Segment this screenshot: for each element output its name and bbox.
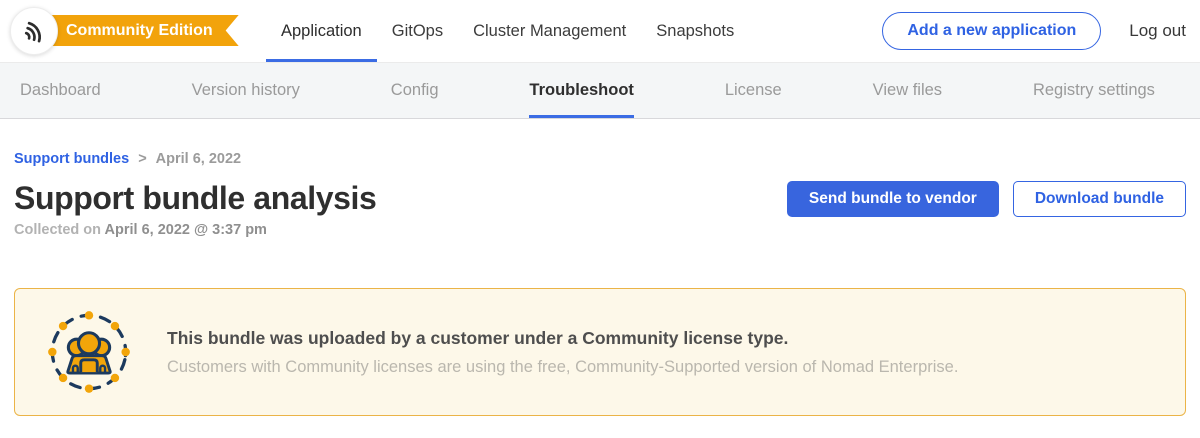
sub-nav-item-view-files[interactable]: View files xyxy=(873,63,942,118)
app-sub-nav: Dashboard Version history Config Trouble… xyxy=(0,62,1200,119)
replicated-logo-icon[interactable] xyxy=(10,7,58,55)
breadcrumb-current: April 6, 2022 xyxy=(156,151,241,167)
sub-nav-item-registry-settings[interactable]: Registry settings xyxy=(1033,63,1155,118)
top-nav-item-cluster-management[interactable]: Cluster Management xyxy=(458,0,641,62)
brand: Community Edition xyxy=(0,0,240,62)
top-nav-item-application[interactable]: Application xyxy=(266,0,377,62)
title-row: Support bundle analysis Collected on Apr… xyxy=(14,179,1186,238)
community-license-banner: This bundle was uploaded by a customer u… xyxy=(14,288,1186,416)
badge-label: Community Edition xyxy=(66,22,213,39)
breadcrumb-separator: > xyxy=(138,151,146,167)
header-spacer xyxy=(749,0,882,62)
banner-text: This bundle was uploaded by a customer u… xyxy=(167,328,958,377)
replicated-mark-icon xyxy=(21,19,48,44)
bundle-actions: Send bundle to vendor Download bundle xyxy=(787,181,1186,217)
banner-heading: This bundle was uploaded by a customer u… xyxy=(167,328,958,349)
community-edition-badge: Community Edition xyxy=(28,15,239,46)
top-nav-item-gitops[interactable]: GitOps xyxy=(377,0,458,62)
sub-nav-item-config[interactable]: Config xyxy=(391,63,439,118)
send-bundle-to-vendor-button[interactable]: Send bundle to vendor xyxy=(787,181,999,217)
logout-link[interactable]: Log out xyxy=(1129,21,1186,41)
top-nav-item-snapshots[interactable]: Snapshots xyxy=(641,0,749,62)
title-block: Support bundle analysis Collected on Apr… xyxy=(14,179,376,238)
collected-date: April 6, 2022 @ 3:37 pm xyxy=(105,222,267,238)
breadcrumb-support-bundles-link[interactable]: Support bundles xyxy=(14,151,129,167)
breadcrumb: Support bundles > April 6, 2022 xyxy=(14,151,1186,167)
sub-nav-item-version-history[interactable]: Version history xyxy=(192,63,300,118)
collected-timestamp: Collected on April 6, 2022 @ 3:37 pm xyxy=(14,222,376,238)
download-bundle-button[interactable]: Download bundle xyxy=(1013,181,1186,217)
sub-nav-item-troubleshoot[interactable]: Troubleshoot xyxy=(529,63,634,118)
top-header: Community Edition Application GitOps Clu… xyxy=(0,0,1200,62)
banner-subtext: Customers with Community licenses are us… xyxy=(167,358,958,377)
sub-nav-item-license[interactable]: License xyxy=(725,63,782,118)
page-title: Support bundle analysis xyxy=(14,179,376,217)
top-nav: Application GitOps Cluster Management Sn… xyxy=(266,0,749,62)
main-content: Support bundles > April 6, 2022 Support … xyxy=(0,151,1200,416)
sub-nav-item-dashboard[interactable]: Dashboard xyxy=(20,63,101,118)
community-group-icon xyxy=(45,308,133,396)
collected-prefix: Collected on xyxy=(14,222,101,238)
add-new-application-button[interactable]: Add a new application xyxy=(882,12,1101,50)
